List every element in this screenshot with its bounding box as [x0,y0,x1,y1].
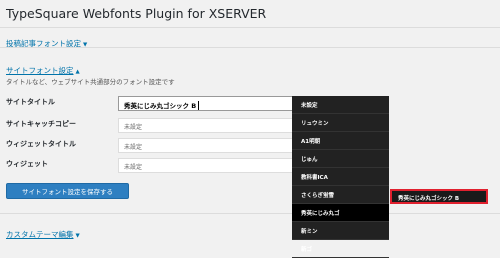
site-title-font-input[interactable]: 秀英にじみ丸ゴシック B [118,96,293,111]
font-option[interactable]: 未設定 [292,96,389,114]
field-label-catchcopy: サイトキャッチコピー [6,120,76,128]
font-option[interactable]: リュウミン [292,114,389,132]
text-caret [198,101,200,110]
custom-theme-section-link[interactable]: カスタムテーマ編集 [6,230,74,239]
widget-title-font-input[interactable]: 未設定 [118,138,293,153]
field-label-widget-title: ウィジェットタイトル [6,140,76,148]
font-weight-submenu-item[interactable]: 秀英にじみ丸ゴシック B [390,189,488,204]
site-font-section-link[interactable]: サイトフォント設定 [6,66,74,75]
field-label-site-title: サイトタイトル [6,98,55,106]
page-title: TypeSquare Webfonts Plugin for XSERVER [6,6,267,21]
field-label-widget: ウィジェット [6,160,48,168]
site-font-description: タイトルなど、ウェブサイト共通部分のフォント設定です [6,78,175,86]
font-option[interactable]: 教科書ICA [292,168,389,186]
font-option[interactable]: じゅん [292,150,389,168]
widget-font-input[interactable]: 未設定 [118,158,293,173]
font-option[interactable]: 新ミン [292,222,389,240]
font-dropdown-menu: 未設定 リュウミン A1明朝 じゅん 教科書ICA さくらぎ蛍雪 秀英にじみ丸ゴ… [292,96,389,258]
divider [0,27,500,28]
site-title-font-value: 秀英にじみ丸ゴシック B [124,102,197,110]
triangle-down-icon: ▲ [75,69,80,75]
catchcopy-font-input[interactable]: 未設定 [118,118,293,133]
divider [0,47,500,48]
custom-theme-section-header[interactable]: カスタムテーマ編集 ▼ [6,222,80,241]
font-option[interactable]: さくらぎ蛍雪 [292,186,389,204]
site-font-section-header[interactable]: サイトフォント設定 ▲ [6,58,80,77]
divider [0,213,500,214]
triangle-down-icon: ▼ [75,233,80,239]
font-option-active[interactable]: 秀英にじみ丸ゴ [292,204,389,222]
font-option[interactable]: A1明朝 [292,132,389,150]
save-site-font-button[interactable]: サイトフォント設定を保存する [6,183,129,199]
